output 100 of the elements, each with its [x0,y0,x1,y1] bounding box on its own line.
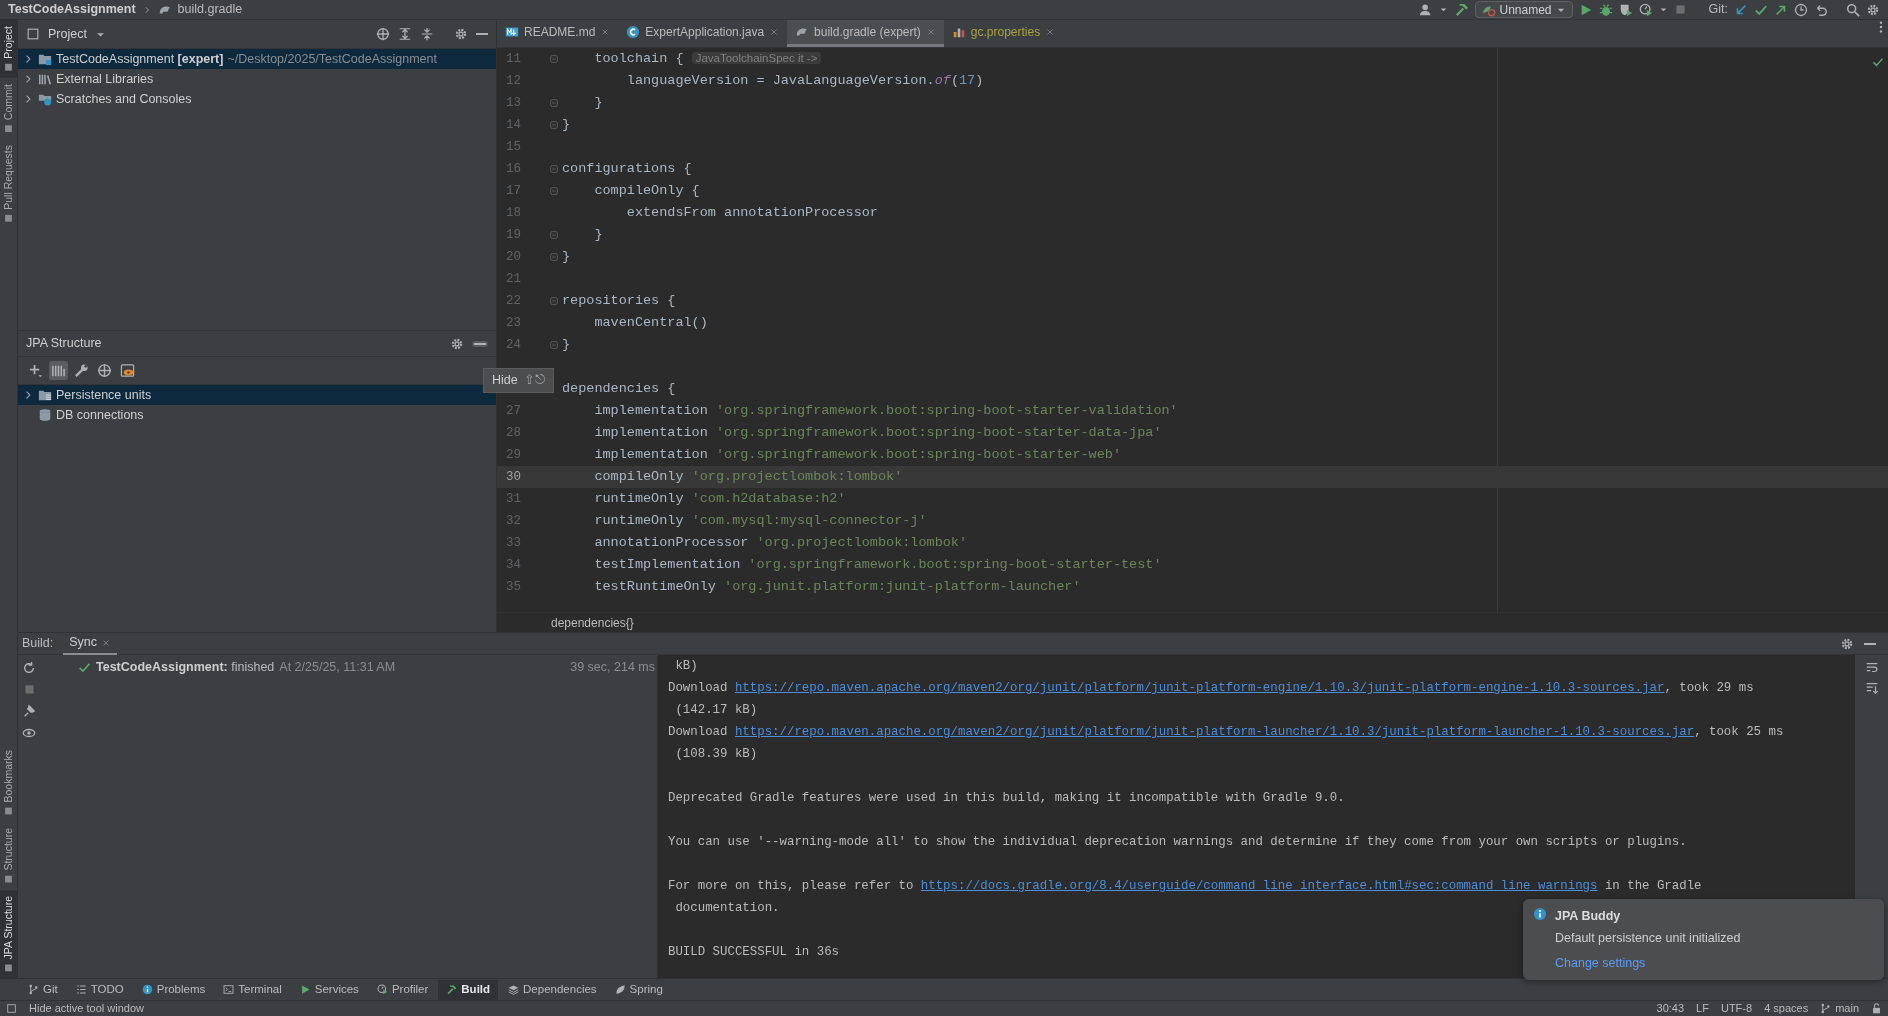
settings-icon[interactable] [450,336,464,351]
project-name[interactable]: TestCodeAssignment [8,0,136,19]
settings-icon[interactable] [1840,636,1854,651]
close-icon[interactable] [101,637,112,648]
tool-window-tab[interactable]: Project [0,20,18,78]
search-icon[interactable] [1846,2,1860,17]
file-name[interactable]: build.gradle [177,0,243,19]
scroll-down-icon[interactable] [1864,681,1879,695]
fold-marker-icon[interactable] [548,339,560,351]
fold-marker-icon[interactable] [548,251,560,263]
folder-icon [38,52,52,66]
close-icon[interactable] [1045,27,1056,37]
tool-tab[interactable]: Git [20,979,66,1000]
leaf-icon [614,984,626,995]
editor-tab[interactable]: ExpertApplication.java [618,20,788,47]
toolbar-button[interactable] [72,361,91,380]
tool-window-tab[interactable]: Commit [0,77,18,139]
soft-wrap-icon[interactable] [1864,661,1879,675]
status-item[interactable]: LF [1696,1000,1709,1016]
build-result[interactable]: TestCodeAssignment: finished [96,657,275,677]
expand-all-icon[interactable] [398,27,412,41]
undo-icon[interactable] [1814,2,1828,17]
close-icon[interactable] [600,27,611,37]
pin-icon[interactable] [22,704,36,718]
arrow-icon[interactable] [1734,2,1748,17]
tree-item[interactable]: Persistence units [18,385,496,405]
tree-item[interactable]: External Libraries [18,69,496,89]
close-icon[interactable] [769,27,780,37]
console-link[interactable]: https://repo.maven.apache.org/maven2/org/junit/platform/junit-platform-engine/1.10.3/junit-platform-engine-1.10.3-sources.jar [734,681,1665,695]
editor-tab[interactable]: build.gradle (expert) [787,20,944,47]
toolbar-button[interactable] [95,361,114,380]
caret-icon[interactable] [1658,5,1668,14]
fold-marker-icon[interactable] [548,163,560,175]
breadcrumb[interactable]: dependencies{} [551,613,634,632]
target-icon[interactable] [376,27,390,41]
panel-title: JPA Structure [26,335,102,353]
notification-link[interactable]: Change settings [1555,953,1741,973]
shield-icon[interactable] [1618,2,1633,17]
console-link[interactable]: https://repo.maven.apache.org/maven2/org/junit/platform/junit-platform-launcher/1.10.3/junit-platform-launcher-1.10.3-sources.jar [734,725,1695,739]
editor-tab[interactable]: README.md [497,20,619,47]
run-configuration-dropdown[interactable]: Unnamed [1474,1,1573,18]
status-item[interactable]: 30:43 [1656,1000,1685,1016]
refresh-icon[interactable] [22,661,36,675]
tool-tab[interactable]: Profiler [368,979,437,1000]
tree-item[interactable]: TestCodeAssignment [expert] ~/Desktop/2025/TestCodeAssignment [18,49,496,69]
fold-marker-icon[interactable] [548,185,560,197]
code-line: configurations { [562,159,692,178]
lock-icon[interactable] [1871,1003,1882,1014]
fold-marker-icon[interactable] [548,229,560,241]
git-branch[interactable]: main [1820,1000,1859,1016]
collapse-all-icon[interactable] [420,27,434,41]
tree-item[interactable]: Scratches and Consoles [18,89,496,109]
tool-window-tab[interactable]: Structure [0,821,18,890]
line-number: 34 [506,557,521,572]
editor-tab[interactable]: gc.properties [943,20,1064,47]
terminal-icon [223,984,235,995]
line-number: 14 [506,117,521,132]
tool-tab[interactable]: Problems [133,979,214,1000]
fold-marker-icon[interactable] [548,53,560,65]
build-time: At 2/25/25, 11:31 AM [279,658,396,676]
window-icon[interactable] [6,1003,17,1014]
tool-tab[interactable]: Services [291,979,367,1000]
panel-tab[interactable]: Sync [63,632,118,655]
tree-item[interactable]: DB connections [18,405,496,425]
fold-marker-icon[interactable] [548,295,560,307]
status-item[interactable]: 4 spaces [1764,1000,1809,1016]
user-icon[interactable] [1418,2,1433,17]
window-eye-icon [120,363,135,378]
hide-button[interactable] [472,340,488,347]
status-item[interactable]: UTF-8 [1720,1000,1753,1016]
git-label: Git: [1708,1,1728,19]
window-icon [26,27,40,41]
console-link[interactable]: https://docs.gradle.org/8.4/userguide/command_line_interface.html#sec:command_line_warnings [920,879,1598,893]
tool-tab[interactable]: Build [438,979,499,1000]
clock-icon[interactable] [1794,2,1808,17]
settings-icon[interactable] [454,27,468,41]
tool-window-tab[interactable]: Pull Requests [0,138,18,229]
fold-marker-icon[interactable] [548,97,560,109]
tool-tab[interactable]: Dependencies [500,979,605,1000]
code-line: } [593,93,603,112]
bug-icon[interactable] [1598,2,1613,17]
toolbar-button[interactable] [118,361,137,380]
tool-window-tab[interactable]: Bookmarks [0,744,18,822]
line-number: 17 [506,183,521,198]
minus-icon[interactable] [1864,642,1876,645]
eye-icon[interactable] [22,726,36,740]
caret-icon[interactable] [1438,5,1448,14]
plus-icon [28,363,43,378]
settings-icon[interactable] [1866,2,1880,17]
tool-tab[interactable]: TODO [67,979,132,1000]
panel-title[interactable]: Project [48,24,87,44]
hammer-icon[interactable] [1453,2,1469,17]
profiler-icon[interactable] [1638,2,1653,17]
tool-tab[interactable]: Spring [606,979,671,1000]
tool-tab[interactable]: Terminal [215,979,290,1000]
tool-window-tab[interactable]: JPA Structure [0,889,18,978]
fold-marker-icon[interactable] [548,119,560,131]
code-line: } [593,225,603,244]
toolbar-button[interactable] [49,361,68,380]
line-number: 31 [506,491,521,506]
